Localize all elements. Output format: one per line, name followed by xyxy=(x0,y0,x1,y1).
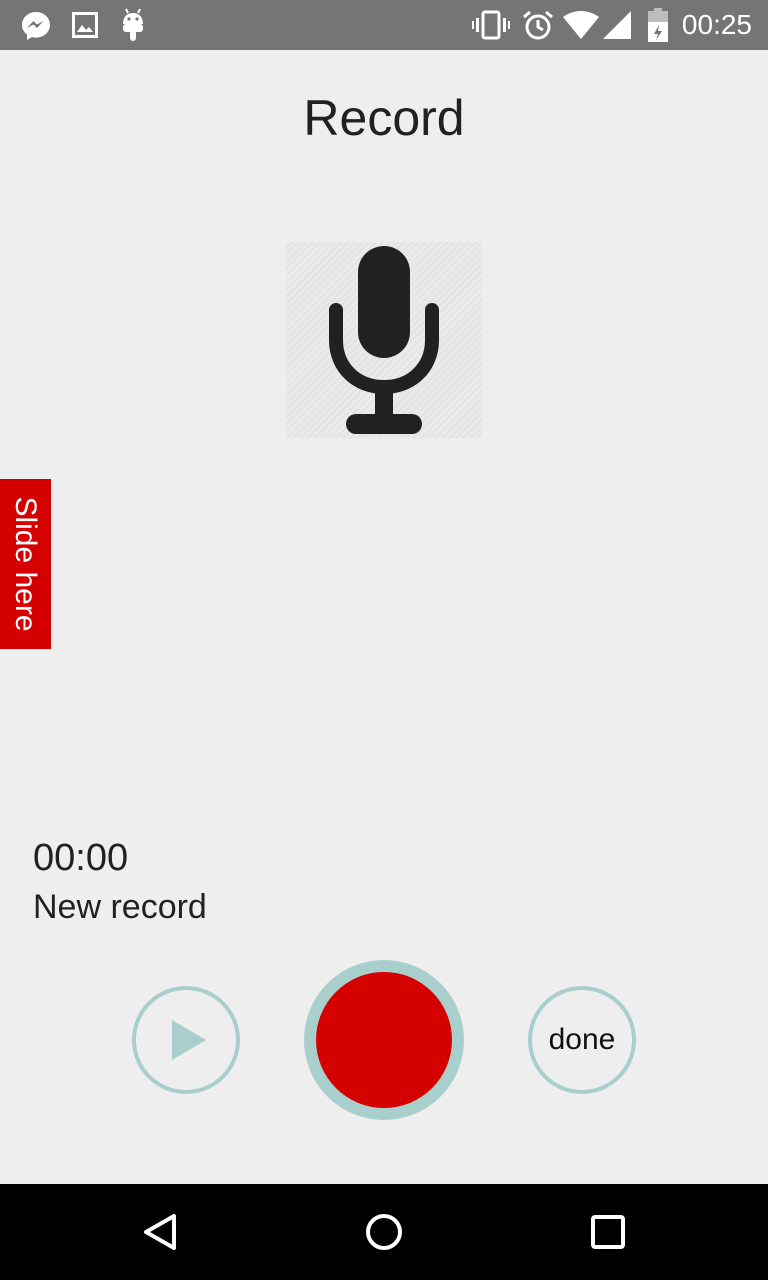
signal-icon xyxy=(603,11,631,39)
image-icon xyxy=(72,12,98,38)
wifi-icon xyxy=(563,11,599,39)
vibrate-icon xyxy=(472,10,510,40)
slide-here-tab[interactable]: Slide here xyxy=(0,479,51,649)
android-icon xyxy=(123,8,143,41)
slide-here-label: Slide here xyxy=(9,496,42,632)
battery-icon xyxy=(648,8,668,42)
status-bar: 00:25 xyxy=(0,0,768,50)
play-button[interactable] xyxy=(132,986,240,1094)
microphone-icon xyxy=(329,246,439,434)
done-button[interactable]: done xyxy=(528,986,636,1094)
home-icon[interactable] xyxy=(364,1212,404,1252)
record-button-core xyxy=(316,972,452,1108)
done-label: done xyxy=(548,1023,616,1056)
page-title: Record xyxy=(303,90,465,146)
alarm-icon xyxy=(523,10,553,40)
record-name: New record xyxy=(33,888,207,926)
navigation-bar xyxy=(0,1184,768,1280)
record-button[interactable] xyxy=(304,960,464,1120)
recents-icon[interactable] xyxy=(590,1214,626,1250)
microphone-image xyxy=(286,242,482,438)
recording-timer: 00:00 xyxy=(33,837,129,879)
play-icon xyxy=(172,1020,206,1060)
status-time: 00:25 xyxy=(681,9,752,40)
messenger-icon xyxy=(22,12,50,40)
back-icon[interactable] xyxy=(140,1212,180,1252)
